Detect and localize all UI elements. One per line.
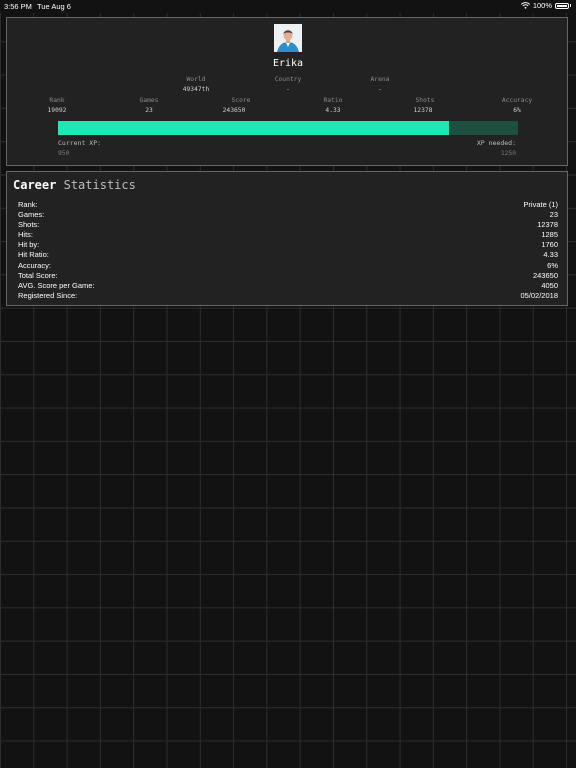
- career-statistics-panel: Career Statistics Rank: Private (1) Games:…: [6, 171, 568, 306]
- status-right: 100%: [520, 1, 571, 10]
- current-xp-value: 950: [58, 150, 70, 157]
- battery-tip: [570, 4, 571, 7]
- xp-needed-label: XP needed:: [476, 139, 516, 147]
- stat-label: Registered Since:: [18, 290, 78, 300]
- career-stats-list: Rank: Private (1) Games: 23 Shots: 12378 Hits:…: [18, 200, 558, 301]
- player-name: Erika: [272, 58, 304, 69]
- stat-value: 05/02/2018: [520, 290, 558, 300]
- stat-label: Rank:: [18, 200, 38, 209]
- battery-icon: [555, 2, 569, 9]
- profile-panel: Erika World 49347th Country - Arena - Ra…: [6, 17, 568, 166]
- arena-label: Arena: [370, 76, 390, 83]
- stat-row: Hit by: 1760: [18, 240, 558, 250]
- stat-row: Rank: Private (1): [18, 200, 558, 210]
- stat-row: Shots: 12378: [18, 220, 558, 230]
- accuracy-value: 6%: [513, 107, 521, 114]
- ratio-value: 4.33: [325, 107, 341, 114]
- stat-value: 243650: [532, 270, 558, 280]
- stat-row: AVG. Score per Game: 4050: [18, 281, 558, 291]
- career-title: Career Statistics: [13, 178, 136, 192]
- arena-value: -: [378, 86, 382, 93]
- stat-label: Hit by:: [18, 240, 40, 250]
- games-value: 23: [145, 107, 153, 114]
- world-value: 49347th: [182, 86, 210, 93]
- shots-label: Shots: [415, 97, 435, 104]
- stat-value: 23: [549, 210, 558, 220]
- wifi-icon: [520, 2, 530, 9]
- current-xp-label: Current XP:: [58, 139, 102, 147]
- stat-row: Accuracy: 6%: [18, 261, 558, 271]
- stat-label: Accuracy:: [18, 260, 51, 270]
- avatar-photo-icon: [274, 24, 302, 52]
- country-value: -: [286, 86, 290, 93]
- stat-row: Games: 23: [18, 210, 558, 220]
- battery-percent: 100%: [532, 1, 552, 10]
- status-time: 3:56 PM: [4, 2, 32, 11]
- stat-value: 1760: [541, 240, 558, 250]
- xp-progress-bar: [58, 121, 518, 135]
- score-value: 243650: [222, 107, 246, 114]
- stat-value: Private (1): [523, 200, 558, 209]
- games-label: Games: [139, 97, 159, 104]
- stat-row: Hits: 1285: [18, 230, 558, 240]
- stat-label: AVG. Score per Game:: [18, 280, 95, 290]
- rank-value: 19092: [47, 107, 67, 114]
- stat-value: 6%: [547, 260, 558, 270]
- stat-label: Hits:: [18, 230, 33, 240]
- xp-needed-value: 1250: [500, 150, 516, 157]
- score-label: Score: [231, 97, 251, 104]
- stat-label: Shots:: [18, 220, 40, 230]
- world-label: World: [186, 76, 206, 83]
- accuracy-label: Accuracy: [501, 97, 533, 104]
- stat-row: Registered Since: 05/02/2018: [18, 291, 558, 301]
- stat-label: Hit Ratio:: [18, 250, 49, 260]
- stat-value: 4050: [541, 280, 558, 290]
- avatar[interactable]: [274, 24, 302, 52]
- stat-value: 12378: [537, 220, 558, 230]
- shots-value: 12378: [413, 107, 433, 114]
- stat-row: Hit Ratio: 4.33: [18, 250, 558, 260]
- stat-value: 1285: [541, 230, 558, 240]
- stat-value: 4.33: [543, 250, 558, 260]
- ratio-label: Ratio: [323, 97, 343, 104]
- stat-row: Total Score: 243650: [18, 271, 558, 281]
- stat-label: Games:: [18, 210, 45, 220]
- career-title-word1: Career: [13, 178, 57, 192]
- rank-label: Rank: [49, 97, 65, 104]
- status-bar: 3:56 PM Tue Aug 6 100%: [0, 0, 576, 13]
- status-date: Tue Aug 6: [37, 2, 71, 11]
- xp-progress-fill: [58, 121, 449, 135]
- stat-label: Total Score:: [18, 270, 58, 280]
- country-label: Country: [274, 76, 302, 83]
- career-title-word2: Statistics: [63, 178, 136, 192]
